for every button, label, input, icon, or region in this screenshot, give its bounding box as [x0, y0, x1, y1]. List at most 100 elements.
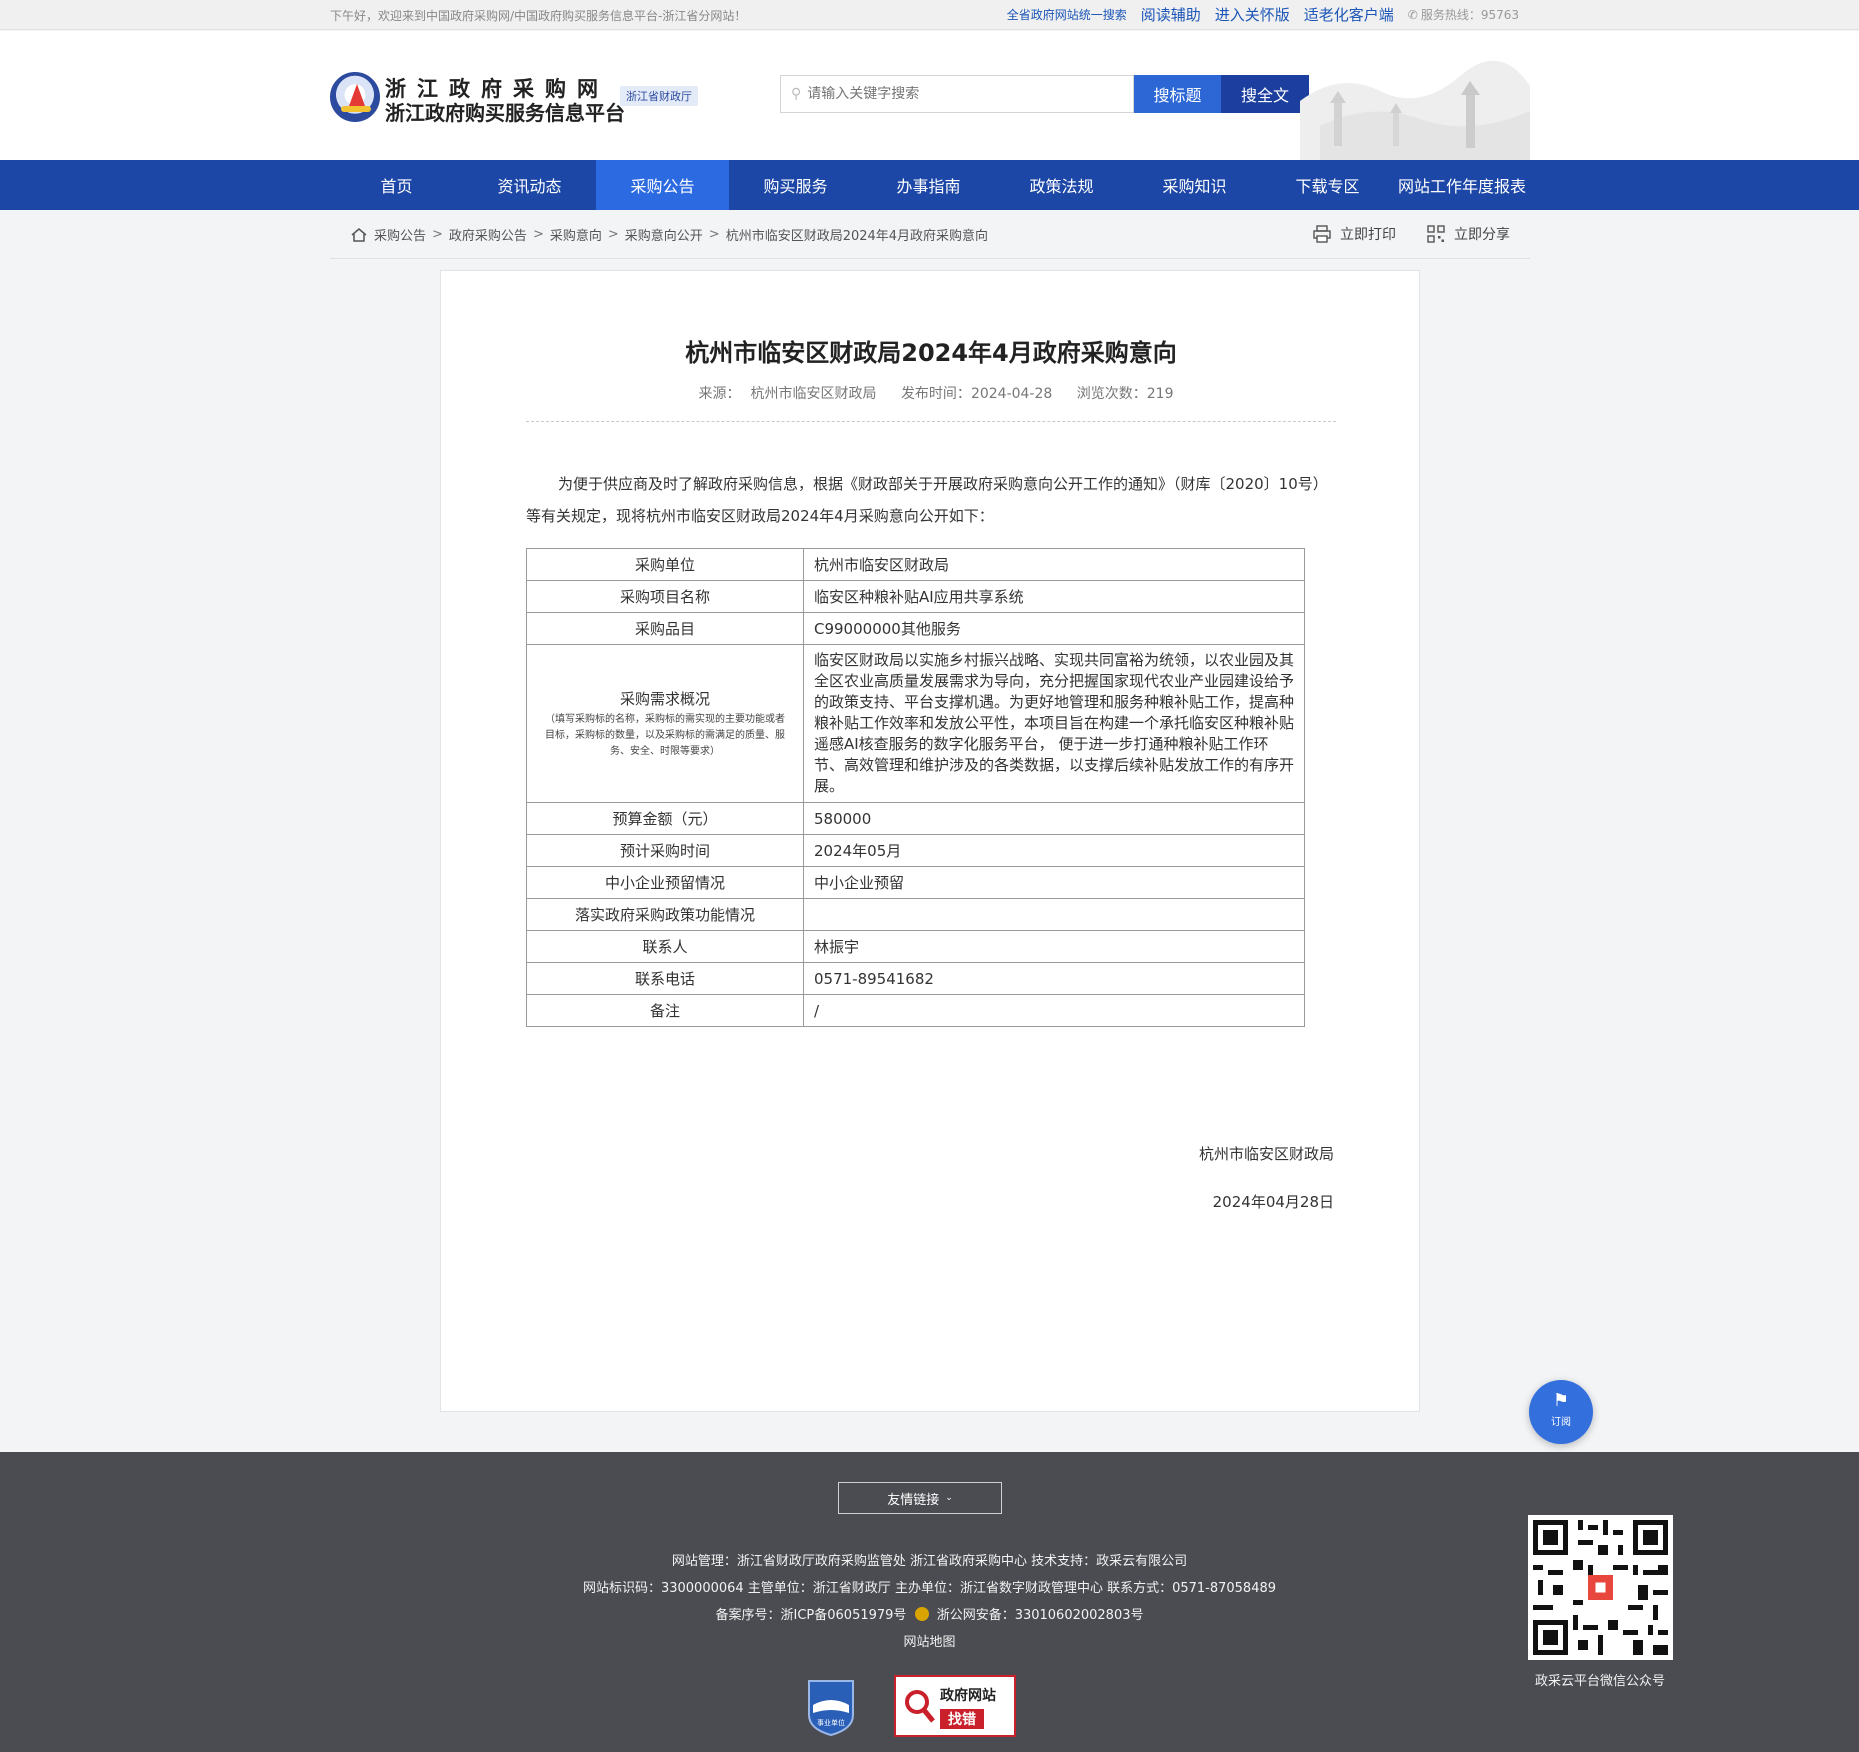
- gov-badge-line1: 政府网站: [940, 1688, 996, 1704]
- breadcrumb-separator: >: [607, 227, 619, 242]
- gov-badge-line2: 找错: [940, 1709, 984, 1729]
- row-label: 联系人: [526, 930, 804, 963]
- wechat-qr-code: [1528, 1515, 1673, 1660]
- share-button[interactable]: 立即分享: [1426, 224, 1510, 244]
- welcome-text: 下午好，欢迎来到中国政府采购网/中国政府购买服务信息平台-浙江省分网站！: [330, 9, 747, 23]
- nav-home[interactable]: 首页: [330, 160, 463, 210]
- site-logo-icon[interactable]: [330, 72, 380, 122]
- row-label: 备注: [526, 994, 804, 1027]
- search-all-sites-link[interactable]: 全省政府网站统一搜索: [1007, 6, 1127, 23]
- nav-guide[interactable]: 办事指南: [862, 160, 995, 210]
- breadcrumb: 采购公告 > 政府采购公告 > 采购意向 > 采购意向公开 > 杭州市临安区财政…: [350, 225, 988, 244]
- table-row: 联系人 林振宇: [526, 930, 1305, 963]
- row-value: 中小企业预留: [803, 866, 1305, 899]
- row-label: 联系电话: [526, 962, 804, 995]
- table-row: 预算金额（元） 580000: [526, 802, 1305, 835]
- nav-knowledge[interactable]: 采购知识: [1128, 160, 1261, 210]
- row-value: 580000: [803, 802, 1305, 835]
- row-value: 2024年05月: [803, 834, 1305, 867]
- magnifier-icon: [905, 1690, 935, 1723]
- row-label: 落实政府采购政策功能情况: [526, 898, 804, 931]
- row-value: 临安区种粮补贴AI应用共享系统: [803, 580, 1305, 613]
- row-value: 临安区财政局以实施乡村振兴战略、实现共同富裕为统领，以农业园及其全区农业高质量发…: [803, 644, 1305, 803]
- search-full-text-button[interactable]: 搜全文: [1221, 75, 1309, 113]
- row-label: 预计采购时间: [526, 834, 804, 867]
- breadcrumb-separator: >: [708, 227, 720, 242]
- article-meta: 来源： 杭州市临安区财政局 发布时间：2024-04-28 浏览次数：219: [441, 383, 1421, 403]
- article-date: 发布时间：2024-04-28: [900, 386, 1053, 402]
- table-row: 落实政府采购政策功能情况: [526, 898, 1305, 931]
- row-value: [803, 898, 1305, 931]
- hotline: ✆ 服务热线：95763: [1408, 6, 1519, 23]
- search-box: ⚲: [780, 75, 1134, 113]
- row-label: 采购单位: [526, 548, 804, 581]
- reading-aid-link[interactable]: 阅读辅助: [1141, 4, 1201, 25]
- row-label: 中小企业预留情况: [526, 866, 804, 899]
- article-intro: 为便于供应商及时了解政府采购信息，根据《财政部关于开展政府采购意向公开工作的通知…: [526, 475, 1328, 525]
- demand-label: 采购需求概况: [619, 689, 710, 708]
- table-row: 采购需求概况 （填写采购标的名称，采购标的需实现的主要功能或者目标，采购标的数量…: [526, 644, 1305, 803]
- site-header: 浙江政府采购网 浙江政府购买服务信息平台 浙江省财政厅 ⚲ 搜标题 搜全文: [0, 31, 1859, 160]
- care-mode-link[interactable]: 进入关怀版: [1215, 4, 1290, 25]
- institution-badge-icon[interactable]: 事业单位: [805, 1677, 857, 1737]
- bookmark-icon: ⚑: [1552, 1390, 1570, 1411]
- breadcrumb-separator: >: [532, 227, 544, 242]
- row-label: 采购品目: [526, 612, 804, 645]
- table-row: 采购单位 杭州市临安区财政局: [526, 548, 1305, 581]
- signature-org: 杭州市临安区财政局: [1198, 1145, 1334, 1163]
- page-tools: 立即打印 立即分享: [1312, 224, 1510, 244]
- site-footer: 友情链接 ⌄ 网站管理：浙江省财政厅政府采购监管处 浙江省政府采购中心 技术支持…: [0, 1452, 1859, 1752]
- share-label: 立即分享: [1454, 227, 1510, 243]
- main-nav: 首页 资讯动态 采购公告 购买服务 办事指南 政策法规 采购知识 下载专区 网站…: [0, 160, 1859, 210]
- article-source: 来源： 杭州市临安区财政局: [698, 386, 877, 402]
- breadcrumb-current: 杭州市临安区财政局2024年4月政府采购意向: [725, 229, 989, 244]
- table-row: 预计采购时间 2024年05月: [526, 834, 1305, 867]
- search-icon: ⚲: [791, 86, 802, 102]
- breadcrumb-item[interactable]: 采购公告: [374, 225, 426, 244]
- breadcrumb-item[interactable]: 政府采购公告: [449, 225, 527, 244]
- police-badge-icon: [914, 1607, 929, 1621]
- breadcrumb-item[interactable]: 采购意向公开: [625, 225, 703, 244]
- table-row: 备注 /: [526, 994, 1305, 1027]
- home-icon[interactable]: [350, 227, 368, 243]
- nav-annual-report[interactable]: 网站工作年度报表: [1394, 160, 1530, 210]
- row-label: 采购项目名称: [526, 580, 804, 613]
- qr-caption: 政采云平台微信公众号: [1534, 1674, 1665, 1689]
- subscribe-button[interactable]: ⚑ 订阅: [1529, 1380, 1593, 1444]
- scenery-illustration: [1300, 60, 1530, 160]
- nav-downloads[interactable]: 下载专区: [1261, 160, 1394, 210]
- friend-links-label: 友情链接: [887, 1492, 940, 1508]
- signature-date: 2024年04月28日: [1212, 1193, 1334, 1211]
- icp-link[interactable]: 备案序号：浙ICP备06051979号: [716, 1608, 907, 1623]
- article-views: 浏览次数：219: [1076, 386, 1174, 402]
- subscribe-label: 订阅: [1551, 1417, 1571, 1428]
- chevron-down-icon: ⌄: [945, 1493, 953, 1503]
- breadcrumb-item[interactable]: 采购意向: [550, 225, 602, 244]
- row-value: 林振宇: [803, 930, 1305, 963]
- nav-news[interactable]: 资讯动态: [463, 160, 596, 210]
- friend-links-dropdown[interactable]: 友情链接 ⌄: [838, 1482, 1002, 1514]
- table-row: 采购项目名称 临安区种粮补贴AI应用共享系统: [526, 580, 1305, 613]
- nav-procurement-notices[interactable]: 采购公告: [596, 160, 729, 210]
- print-label: 立即打印: [1340, 227, 1396, 243]
- gov-site-error-report-badge[interactable]: 政府网站 找错: [894, 1675, 1016, 1737]
- site-title-line2[interactable]: 浙江政府购买服务信息平台: [385, 97, 625, 126]
- procurement-intent-table: 采购单位 杭州市临安区财政局 采购项目名称 临安区种粮补贴AI应用共享系统 采购…: [526, 548, 1305, 1027]
- nav-policies[interactable]: 政策法规: [995, 160, 1128, 210]
- printer-icon: [1313, 225, 1331, 243]
- search-input[interactable]: [807, 86, 1108, 102]
- row-value: 0571-89541682: [803, 962, 1305, 995]
- nav-purchase-services[interactable]: 购买服务: [729, 160, 862, 210]
- hotline-text: 服务热线：95763: [1420, 8, 1519, 22]
- row-value: /: [803, 994, 1305, 1027]
- article-title: 杭州市临安区财政局2024年4月政府采购意向: [685, 339, 1177, 367]
- department-badge: 浙江省财政厅: [620, 86, 698, 106]
- institution-badge-text: 事业单位: [817, 1718, 845, 1727]
- demand-note: （填写采购标的名称，采购标的需实现的主要功能或者目标，采购标的数量，以及采购标的…: [545, 713, 785, 757]
- search-title-button[interactable]: 搜标题: [1134, 75, 1221, 113]
- phone-icon: ✆: [1407, 7, 1418, 22]
- elderly-client-link[interactable]: 适老化客户端: [1304, 4, 1394, 25]
- qr-share-icon: [1427, 225, 1445, 243]
- print-button[interactable]: 立即打印: [1312, 224, 1396, 244]
- police-record-link[interactable]: 浙公网安备：33010602002803号: [937, 1608, 1144, 1623]
